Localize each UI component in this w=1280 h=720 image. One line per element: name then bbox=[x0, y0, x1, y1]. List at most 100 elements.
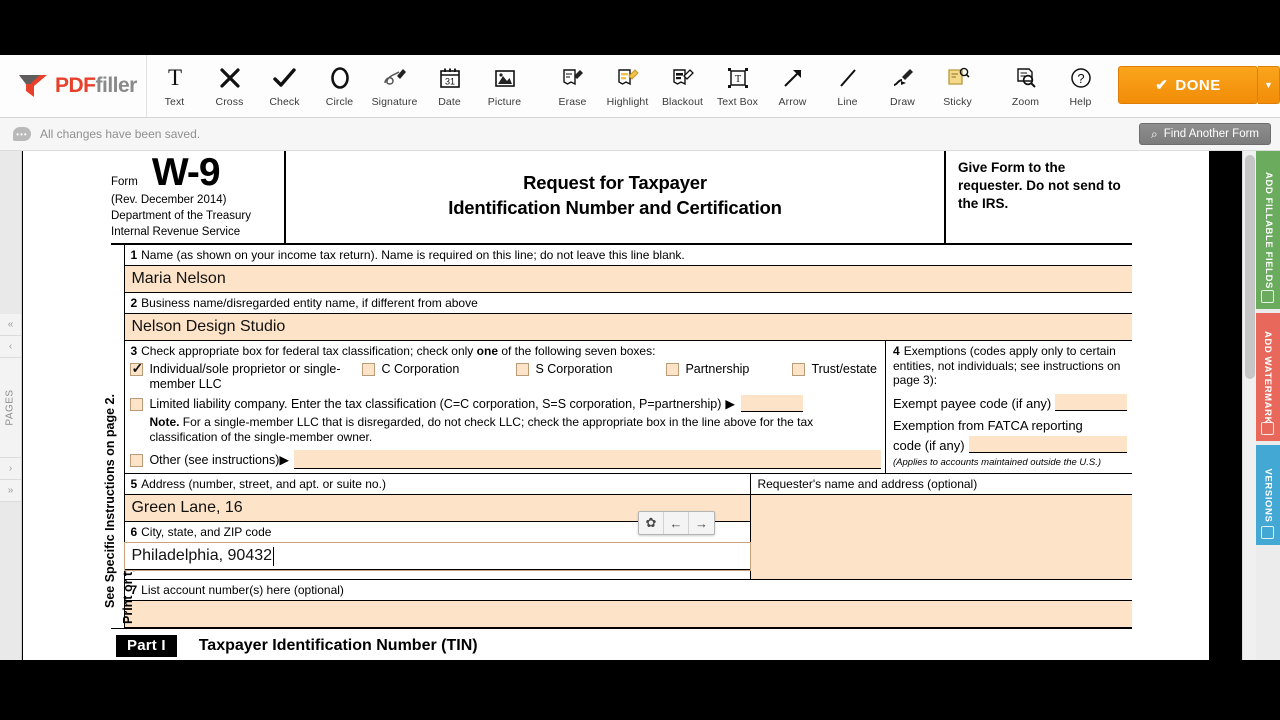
exempt-payee-row: Exempt payee code (if any) bbox=[893, 394, 1127, 411]
w9-form-page: Form W-9 (Rev. December 2014) Department… bbox=[111, 151, 1132, 660]
llc-row[interactable]: Limited liability company. Enter the tax… bbox=[130, 395, 881, 412]
scrollbar-thumb[interactable] bbox=[1245, 155, 1255, 379]
tool-text-box[interactable]: T Text Box bbox=[710, 61, 765, 108]
checkbox-s-corporation[interactable] bbox=[516, 363, 529, 376]
form-rows: 1 Name (as shown on your income tax retur… bbox=[125, 245, 1132, 628]
find-another-form-button[interactable]: ⌕ Find Another Form bbox=[1139, 123, 1271, 145]
checkbox-other[interactable] bbox=[130, 454, 143, 467]
fatca-code-field[interactable] bbox=[969, 436, 1127, 453]
checkbox-individual[interactable] bbox=[130, 363, 143, 376]
line1-number: 1 bbox=[130, 248, 137, 262]
document-viewport[interactable]: Form W-9 (Rev. December 2014) Department… bbox=[23, 151, 1209, 660]
arrow-icon bbox=[782, 63, 804, 93]
double-chevron-up-icon: « bbox=[8, 319, 14, 330]
line2-business-name-field[interactable]: Nelson Design Studio bbox=[125, 314, 1132, 341]
pages-prev-button[interactable]: ‹ bbox=[0, 336, 21, 358]
tool-blackout[interactable]: Blackout bbox=[655, 61, 710, 108]
classification-partnership[interactable]: Partnership bbox=[666, 362, 788, 377]
line7-account-numbers-field[interactable] bbox=[125, 601, 1132, 628]
tool-erase[interactable]: Erase bbox=[545, 61, 600, 108]
tab-add-watermark[interactable]: ADD WATERMARK bbox=[1256, 313, 1280, 441]
field-prev-button[interactable]: ← bbox=[664, 512, 689, 534]
field-settings-button[interactable]: ✿ bbox=[639, 512, 664, 534]
llc-note-bold: Note. bbox=[149, 415, 179, 429]
tool-circle[interactable]: Circle bbox=[312, 61, 367, 108]
tab-add-fillable-fields[interactable]: ADD FILLABLE FIELDS bbox=[1256, 151, 1280, 309]
document-scrollbar[interactable] bbox=[1242, 151, 1256, 660]
tool-date[interactable]: 31 Date bbox=[422, 61, 477, 108]
line1-label: Name (as shown on your income tax return… bbox=[141, 248, 685, 262]
tool-arrow-label: Arrow bbox=[779, 96, 807, 108]
circle-icon bbox=[329, 63, 351, 93]
tool-sticky[interactable]: Sticky bbox=[930, 61, 985, 108]
line-icon bbox=[837, 63, 859, 93]
line4-number: 4 bbox=[893, 344, 900, 358]
other-value-field[interactable] bbox=[294, 450, 881, 469]
tool-draw[interactable]: Draw bbox=[875, 61, 930, 108]
classification-s-corporation[interactable]: S Corporation bbox=[516, 362, 662, 377]
pages-panel-toggle[interactable]: PAGES bbox=[0, 358, 21, 458]
picture-icon bbox=[494, 63, 516, 93]
tool-check[interactable]: Check bbox=[257, 61, 312, 108]
tool-signature[interactable]: Signature bbox=[367, 61, 422, 108]
tool-picture-label: Picture bbox=[488, 96, 521, 108]
checkbox-trust-estate[interactable] bbox=[792, 363, 805, 376]
other-arrow-icon: ▶ bbox=[279, 452, 289, 467]
chevron-down-icon: ▼ bbox=[1264, 80, 1273, 90]
classification-partnership-label: Partnership bbox=[685, 362, 749, 377]
give-form-note: Give Form to the requester. Do not send … bbox=[958, 159, 1132, 213]
zoom-icon bbox=[1014, 63, 1038, 93]
tool-highlight[interactable]: Highlight bbox=[600, 61, 655, 108]
status-message: All changes have been saved. bbox=[40, 127, 200, 141]
tool-cross[interactable]: Cross bbox=[202, 61, 257, 108]
line1-name-field[interactable]: Maria Nelson bbox=[125, 266, 1132, 293]
line6-value: Philadelphia, 90432 bbox=[131, 547, 272, 565]
classification-options: Individual/sole proprietor or single-mem… bbox=[130, 362, 881, 393]
pages-first-button[interactable]: « bbox=[0, 314, 21, 336]
tool-line-label: Line bbox=[837, 96, 857, 108]
versions-icon bbox=[1261, 526, 1274, 539]
checkbox-partnership[interactable] bbox=[666, 363, 679, 376]
brand-pdf: PDF bbox=[55, 74, 96, 97]
pages-next-button[interactable]: › bbox=[0, 458, 21, 480]
tool-line[interactable]: Line bbox=[820, 61, 875, 108]
checkbox-c-corporation[interactable] bbox=[362, 363, 375, 376]
line3-label-row: 3Check appropriate box for federal tax c… bbox=[130, 344, 881, 358]
classification-c-corporation[interactable]: C Corporation bbox=[362, 362, 512, 377]
pdffiller-logo[interactable]: PDFfiller bbox=[0, 55, 147, 117]
tab-add-fillable-fields-label: ADD FILLABLE FIELDS bbox=[1263, 172, 1274, 289]
other-row[interactable]: Other (see instructions) ▶ bbox=[130, 450, 881, 469]
llc-label: Limited liability company. Enter the tax… bbox=[149, 397, 721, 411]
tool-picture[interactable]: Picture bbox=[477, 61, 532, 108]
done-dropdown-caret[interactable]: ▼ bbox=[1258, 66, 1280, 104]
line6-city-state-zip-field[interactable]: Philadelphia, 90432 bbox=[125, 543, 750, 570]
form-body: See Specific Instructions on page 2. Pri… bbox=[111, 245, 1132, 629]
exempt-payee-field[interactable] bbox=[1055, 394, 1127, 411]
svg-text:T: T bbox=[734, 74, 740, 85]
checkbox-llc[interactable] bbox=[130, 398, 143, 411]
form-title-line2: Identification Number and Certification bbox=[448, 196, 781, 221]
llc-arrow-icon: ▶ bbox=[725, 396, 735, 411]
tool-text[interactable]: T Text bbox=[147, 61, 202, 108]
tool-highlight-label: Highlight bbox=[607, 96, 649, 108]
line2-value: Nelson Design Studio bbox=[131, 318, 285, 336]
tool-zoom[interactable]: Zoom bbox=[998, 61, 1053, 108]
pages-label: PAGES bbox=[5, 389, 16, 425]
classification-individual[interactable]: Individual/sole proprietor or single-mem… bbox=[130, 362, 358, 393]
tab-versions[interactable]: VERSIONS bbox=[1256, 445, 1280, 545]
tool-date-label: Date bbox=[438, 96, 461, 108]
llc-classification-field[interactable] bbox=[741, 395, 803, 412]
tool-signature-label: Signature bbox=[372, 96, 418, 108]
line4-label: Exemptions (codes apply only to certain … bbox=[893, 344, 1120, 387]
done-button[interactable]: ✔ DONE bbox=[1118, 66, 1258, 104]
pages-last-button[interactable]: » bbox=[0, 480, 21, 502]
tool-arrow[interactable]: Arrow bbox=[765, 61, 820, 108]
classification-trust-estate[interactable]: Trust/estate bbox=[792, 362, 877, 377]
classification-exemptions-row: 3Check appropriate box for federal tax c… bbox=[125, 341, 1132, 474]
field-next-button[interactable]: → bbox=[689, 512, 714, 534]
tool-text-label: Text bbox=[165, 96, 185, 108]
requester-address-field[interactable] bbox=[751, 495, 1132, 579]
tool-help[interactable]: ? Help bbox=[1053, 61, 1108, 108]
rail-spacer bbox=[0, 151, 21, 314]
line3-label-bold: one bbox=[477, 344, 498, 358]
